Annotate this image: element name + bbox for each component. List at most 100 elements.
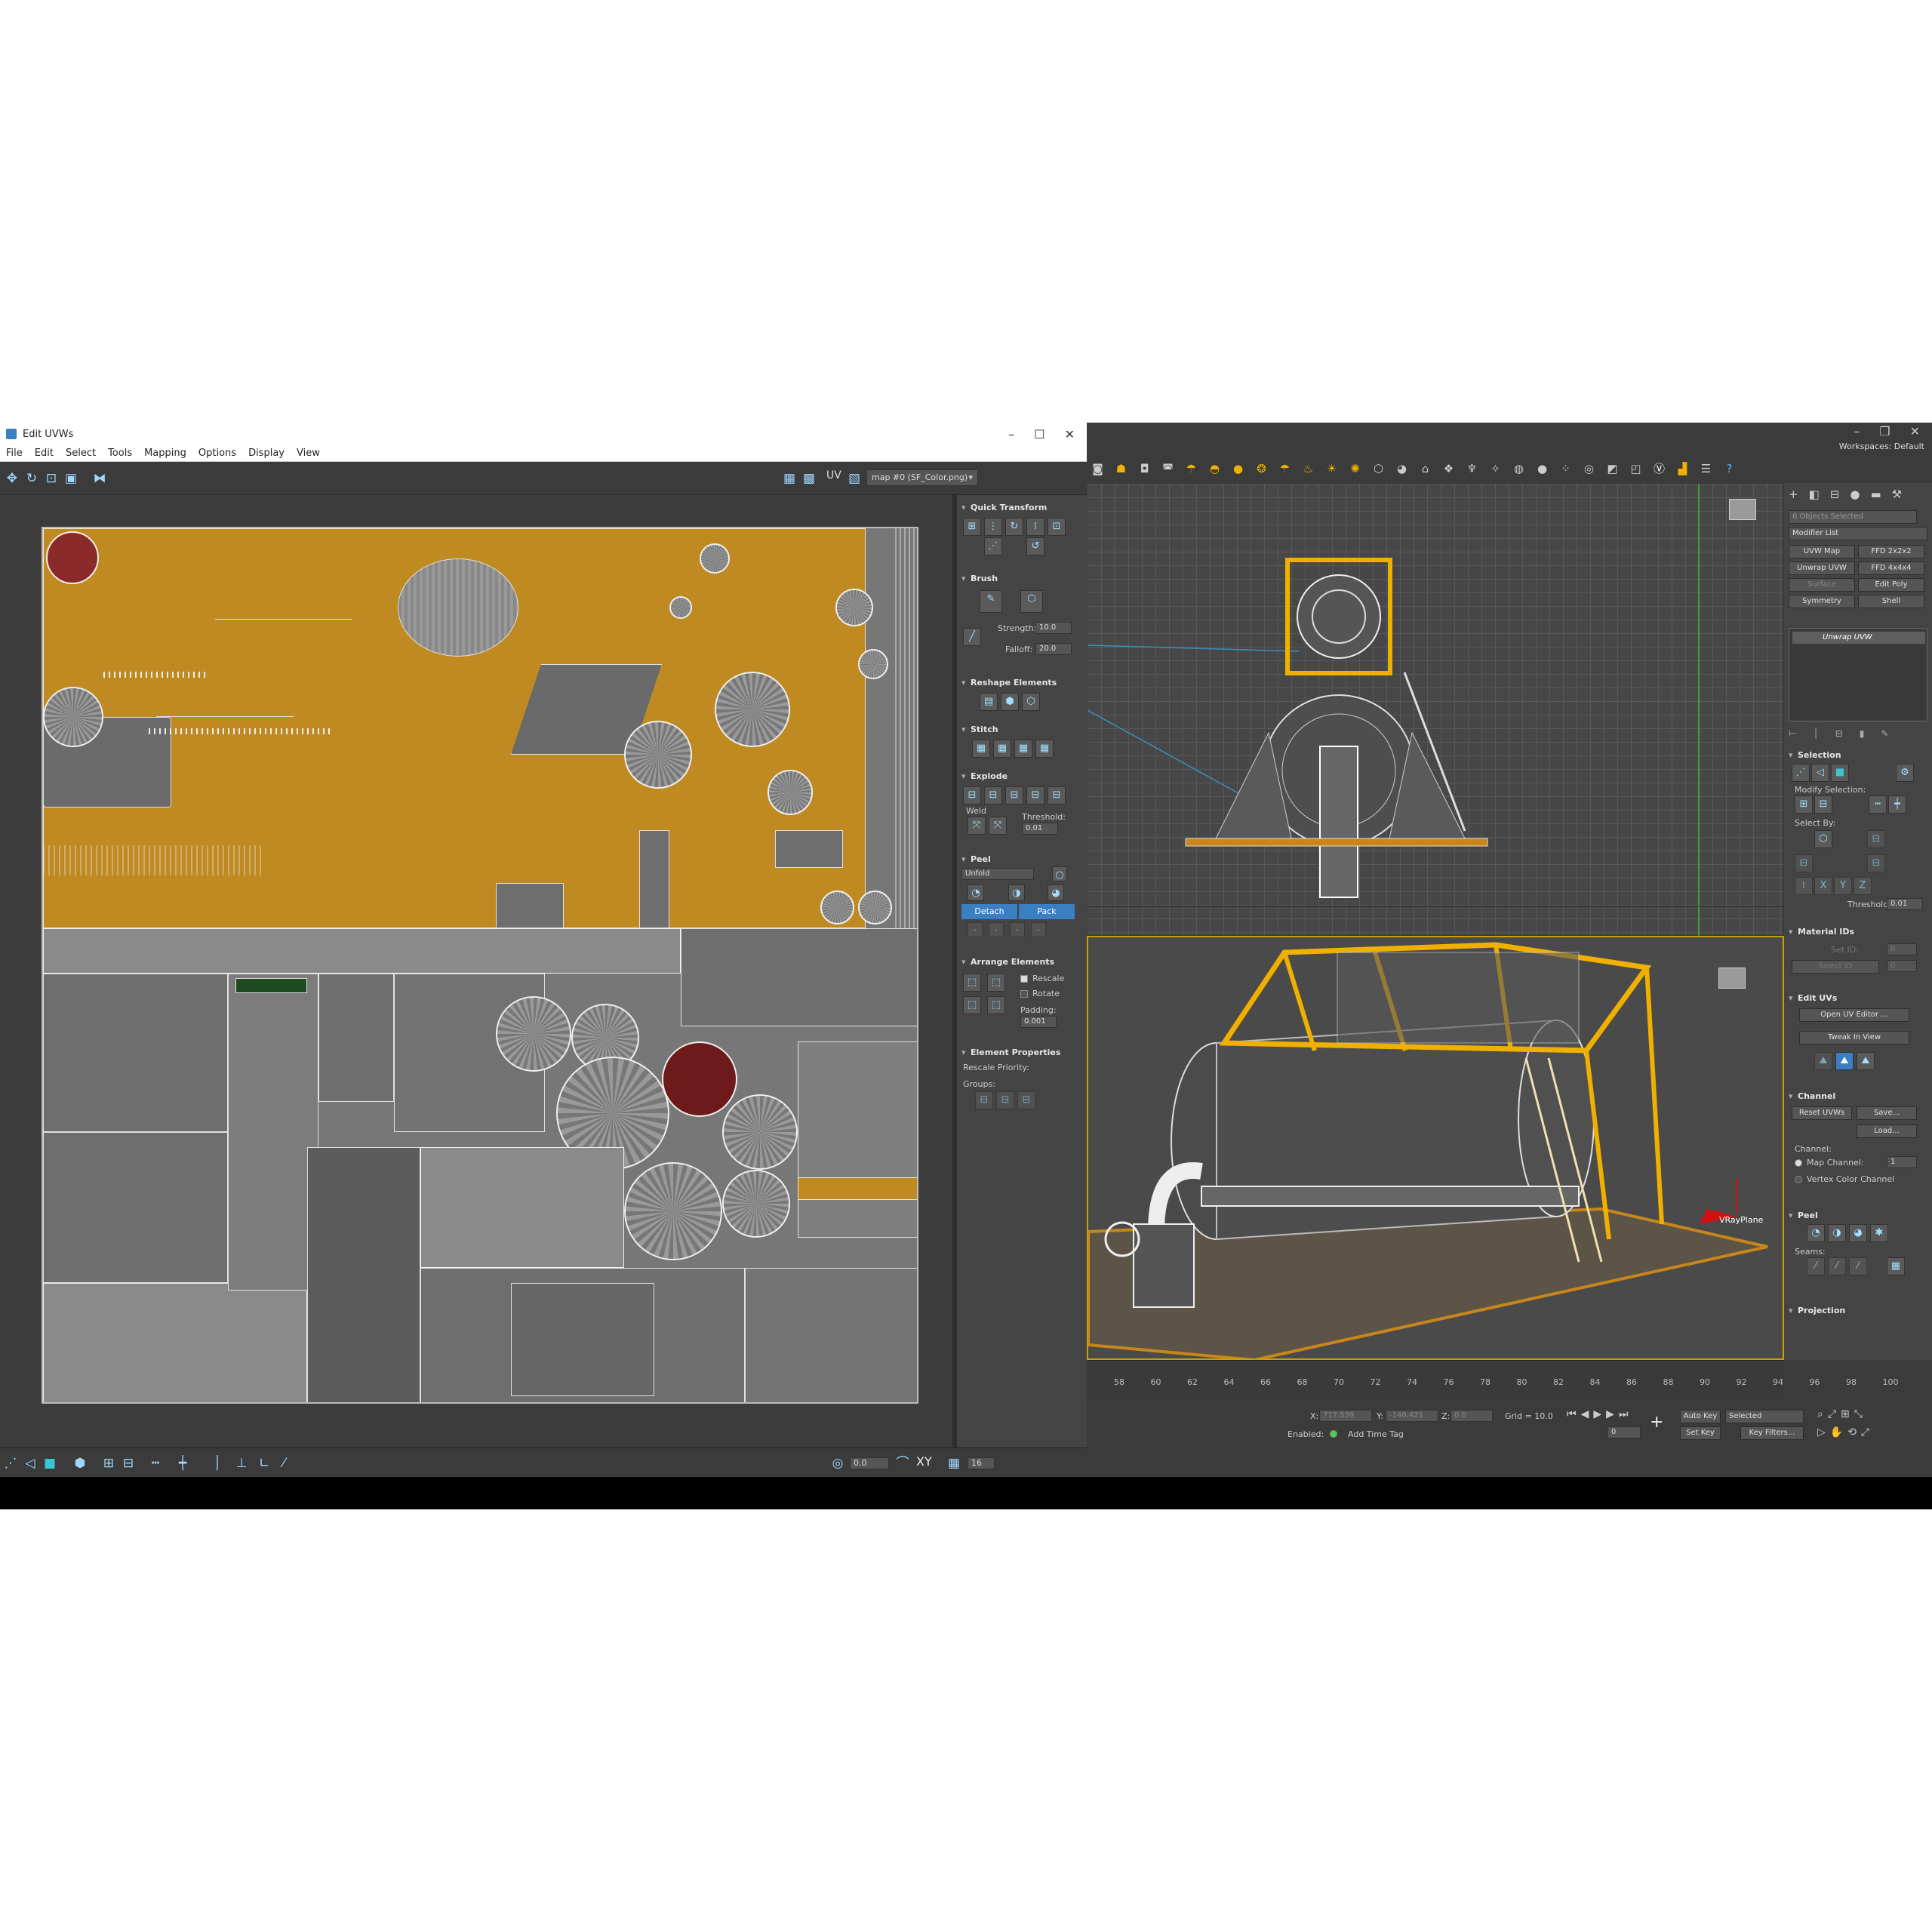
seam-edge-icon[interactable]: ⁄ <box>1828 1257 1846 1275</box>
stitch-source-icon[interactable]: ▦ <box>993 740 1011 758</box>
tweak-b-icon[interactable]: ⛰ <box>1835 1052 1854 1070</box>
set-id-spinner[interactable]: 0 <box>1887 943 1917 955</box>
tweak-c-icon[interactable]: ⛰ <box>1857 1052 1875 1070</box>
explode-header[interactable]: Explode <box>960 771 1084 781</box>
stitch-target-icon[interactable]: ▦ <box>972 740 990 758</box>
uv-texture-tile[interactable] <box>42 527 918 1404</box>
list-icon[interactable]: ☰ <box>1698 461 1714 477</box>
shrink-icon[interactable]: ⊟ <box>1814 795 1832 814</box>
modifier-list-dropdown[interactable]: Modifier List <box>1789 527 1927 540</box>
channel-header[interactable]: Channel <box>1787 1091 1911 1101</box>
display-tab-icon[interactable]: ▬ <box>1870 488 1881 501</box>
brush-line-icon[interactable]: ╱ <box>963 628 981 646</box>
dome-icon[interactable]: ◓ <box>1207 461 1223 477</box>
explode-split-icon[interactable]: ⊟ <box>1026 786 1044 804</box>
select-x-icon[interactable]: ⁞ <box>1795 877 1813 895</box>
ring-icon[interactable]: ┿ <box>1888 795 1906 814</box>
texture-map-dropdown[interactable]: map #0 (SF_Color.png) <box>866 469 978 486</box>
peel-pin-a-icon[interactable]: · <box>968 922 983 937</box>
move-icon[interactable]: ✥ <box>5 471 20 486</box>
viewport-nav-controls-2[interactable]: ▷✋⟲⤢ <box>1817 1426 1874 1438</box>
uvw-map-button[interactable]: UVW Map <box>1789 545 1855 558</box>
reset-peel-icon[interactable]: ◕ <box>1849 1224 1867 1242</box>
seam-grid-icon[interactable]: ▦ <box>1887 1257 1905 1275</box>
object-name-field[interactable]: 6 Objects Selected <box>1789 510 1917 524</box>
shell-button[interactable]: Shell <box>1858 595 1924 608</box>
vertex-mode-icon[interactable]: ⋰ <box>3 1456 18 1471</box>
detach-button[interactable]: Detach <box>961 904 1017 919</box>
reshape-relax-icon[interactable]: ⬢ <box>1001 693 1019 711</box>
arrange-pack-icon[interactable]: ⬚ <box>963 974 981 992</box>
viewport-perspective[interactable]: VRayPlane <box>1087 936 1784 1360</box>
checker-icon[interactable]: ▦ <box>782 471 797 486</box>
max-restore-icon[interactable]: ❐ <box>1879 424 1890 438</box>
render-setup-icon[interactable]: ◘ <box>1137 461 1152 477</box>
qt-spacing-icon[interactable]: ⁞ <box>1026 518 1044 536</box>
unwrap-uvw-button[interactable]: Unwrap UVW <box>1789 561 1855 575</box>
viewport-front[interactable] <box>1087 483 1785 937</box>
loop-icon[interactable]: ┅ <box>1869 795 1887 814</box>
weld-selected-icon[interactable]: ⤧ <box>968 817 986 835</box>
menu-view[interactable]: View <box>297 448 320 459</box>
curve-icon[interactable]: ⌒ <box>895 1456 910 1471</box>
menu-select[interactable]: Select <box>66 448 96 459</box>
brush-select-icon[interactable]: ⁄ <box>276 1456 291 1471</box>
peel-pin-c-icon[interactable]: · <box>1010 922 1025 937</box>
peel-reset-icon[interactable]: ◕ <box>1048 884 1064 901</box>
select-id-button[interactable]: Select ID <box>1792 960 1879 974</box>
weld-target-icon[interactable]: ⤧ <box>989 817 1007 835</box>
menu-edit[interactable]: Edit <box>35 448 54 459</box>
select-face-icon[interactable]: ■ <box>1831 764 1849 782</box>
brush-paint-icon[interactable]: ✎ <box>980 590 1002 613</box>
select-by-planar-icon[interactable]: ⊟ <box>1867 830 1885 848</box>
light-icon[interactable]: ☂ <box>1183 461 1199 477</box>
scale-icon[interactable]: ⊡ <box>44 471 59 486</box>
menu-mapping[interactable]: Mapping <box>144 448 186 459</box>
tweak-a-icon[interactable]: ⛰ <box>1814 1052 1832 1070</box>
falloff-spinner[interactable]: 20.0 <box>1035 643 1072 655</box>
select-axis-x-icon[interactable]: X <box>1814 877 1832 895</box>
element-mode-icon[interactable]: ⬢ <box>72 1456 88 1471</box>
soft-select-icon[interactable]: ◎ <box>830 1456 845 1471</box>
reshape-stitch-icon[interactable]: ⬡ <box>1022 693 1040 711</box>
peel-mode-dropdown[interactable]: Unfold <box>961 868 1034 880</box>
stitch-average-icon[interactable]: ▦ <box>1014 740 1032 758</box>
make-unique-icon[interactable]: ⊟ <box>1835 728 1843 739</box>
help-icon[interactable]: ? <box>1721 461 1737 477</box>
viewport-nav-controls[interactable]: ⌕⤢⊞⤡ <box>1817 1408 1867 1420</box>
close-icon[interactable]: ✕ <box>1065 427 1075 441</box>
arrange-pack-custom-icon[interactable]: ⬚ <box>987 974 1005 992</box>
ies-light-icon[interactable]: ❂ <box>1254 461 1269 477</box>
element-properties-header[interactable]: Element Properties <box>960 1048 1084 1057</box>
select-overlap-icon[interactable]: ⊟ <box>1795 854 1813 872</box>
seam-point-icon[interactable]: ⁄ <box>1807 1257 1825 1275</box>
grid-size-spinner[interactable]: 16 <box>968 1457 995 1469</box>
snap-icon[interactable]: ⊥ <box>234 1456 249 1471</box>
displace-icon[interactable]: ❖ <box>1441 461 1457 477</box>
rotate-icon[interactable]: ↻ <box>24 471 39 486</box>
fur-icon[interactable]: ⌂ <box>1417 461 1433 477</box>
add-time-tag-label[interactable]: Add Time Tag <box>1348 1429 1404 1439</box>
show-end-icon[interactable]: │ <box>1813 728 1818 739</box>
peel-header[interactable]: Peel <box>960 854 1084 864</box>
x-coordinate-field[interactable]: 717.539 <box>1319 1410 1372 1422</box>
stack-item-unwrap[interactable]: Unwrap UVW <box>1792 632 1925 644</box>
peel-rollout-header[interactable]: Peel <box>1787 1211 1911 1220</box>
clipper-icon[interactable]: ✧ <box>1487 461 1503 477</box>
select-vertex-icon[interactable]: ⋰ <box>1792 764 1810 782</box>
modifier-stack[interactable]: Unwrap UVW <box>1789 628 1927 721</box>
arrange-elements-header[interactable]: Arrange Elements <box>960 957 1084 967</box>
stitch-header[interactable]: Stitch <box>960 724 1084 734</box>
uv-editor-canvas[interactable] <box>0 495 952 1447</box>
qt-straighten-icon[interactable]: ⋮ <box>984 518 1002 536</box>
qt-scale-icon[interactable]: ⊡ <box>1048 518 1066 536</box>
reset-uvws-button[interactable]: Reset UVWs <box>1792 1106 1852 1120</box>
arrange-normalize-icon[interactable]: ⬚ <box>987 996 1005 1014</box>
material-ids-header[interactable]: Material IDs <box>1787 927 1911 937</box>
arrange-group-icon[interactable]: ⬚ <box>963 996 981 1014</box>
surface-button[interactable]: Surface <box>1789 578 1855 592</box>
qt-align-icon[interactable]: ⊞ <box>963 518 981 536</box>
mirror-icon[interactable]: ⧓ <box>92 471 107 486</box>
qt-rotate-ccw-icon[interactable]: ↺ <box>1026 537 1044 555</box>
rescale-checkbox[interactable] <box>1020 975 1028 983</box>
